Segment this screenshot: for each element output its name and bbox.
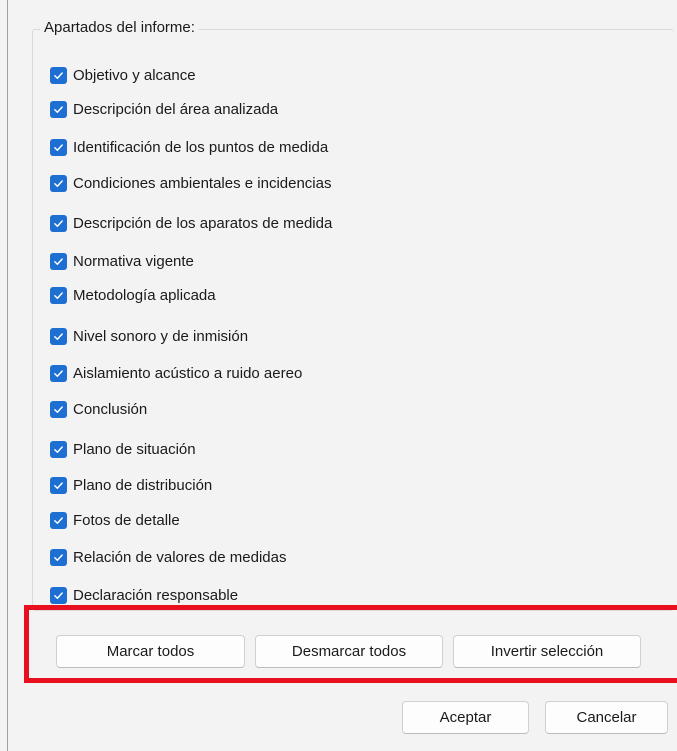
checkbox-label: Objetivo y alcance (73, 66, 196, 84)
mark-all-button[interactable]: Marcar todos (56, 635, 245, 668)
checkbox-item[interactable]: Descripción del área analizada (50, 98, 278, 120)
checkbox-label: Condiciones ambientales e incidencias (73, 174, 332, 192)
checkbox-checked-icon[interactable] (50, 138, 67, 156)
accept-button[interactable]: Aceptar (402, 701, 529, 734)
checkbox-item[interactable]: Aislamiento acústico a ruido aereo (50, 362, 302, 384)
checkbox-item[interactable]: Relación de valores de medidas (50, 546, 286, 568)
checkbox-checked-icon[interactable] (50, 214, 67, 232)
checkbox-checked-icon[interactable] (50, 252, 67, 270)
checkbox-checked-icon[interactable] (50, 476, 67, 494)
checkbox-item[interactable]: Objetivo y alcance (50, 64, 196, 86)
checkbox-label: Descripción del área analizada (73, 100, 279, 118)
checkbox-item[interactable]: Plano de situación (50, 438, 196, 460)
checkbox-label: Normativa vigente (73, 252, 194, 270)
checkbox-item[interactable]: Descripción de los aparatos de medida (50, 212, 332, 234)
checkbox-item[interactable]: Conclusión (50, 398, 147, 420)
checkbox-checked-icon[interactable] (50, 548, 67, 566)
checkbox-item[interactable]: Plano de distribución (50, 474, 212, 496)
checkbox-label: Conclusión (73, 400, 148, 418)
checkbox-checked-icon[interactable] (50, 440, 67, 458)
checkbox-checked-icon[interactable] (50, 174, 67, 192)
checkbox-label: Identificación de los puntos de medida (73, 138, 329, 156)
window-left-border (7, 0, 8, 751)
checkbox-label: Plano de situación (73, 440, 196, 458)
checkbox-label: Plano de distribución (73, 476, 213, 494)
checkbox-label: Relación de valores de medidas (73, 548, 287, 566)
checkbox-item[interactable]: Metodología aplicada (50, 284, 216, 306)
unmark-all-button[interactable]: Desmarcar todos (255, 635, 443, 668)
checkbox-label: Metodología aplicada (73, 286, 216, 304)
checkbox-checked-icon[interactable] (50, 586, 67, 604)
checkbox-checked-icon[interactable] (50, 511, 67, 529)
checkbox-label: Declaración responsable (73, 586, 239, 604)
checkbox-item[interactable]: Declaración responsable (50, 584, 238, 606)
checkbox-item[interactable]: Normativa vigente (50, 250, 194, 272)
report-sections-title: Apartados del informe: (40, 19, 199, 36)
checkbox-checked-icon[interactable] (50, 400, 67, 418)
invert-selection-button[interactable]: Invertir selección (453, 635, 641, 668)
checkbox-item[interactable]: Nivel sonoro y de inmisión (50, 325, 248, 347)
checkbox-label: Fotos de detalle (73, 511, 180, 529)
checkbox-item[interactable]: Condiciones ambientales e incidencias (50, 172, 332, 194)
checkbox-checked-icon[interactable] (50, 364, 67, 382)
checkbox-label: Descripción de los aparatos de medida (73, 214, 333, 232)
checkbox-checked-icon[interactable] (50, 100, 67, 118)
checkbox-label: Aislamiento acústico a ruido aereo (73, 364, 303, 382)
cancel-button[interactable]: Cancelar (545, 701, 668, 734)
checkbox-label: Nivel sonoro y de inmisión (73, 327, 249, 345)
checkbox-item[interactable]: Identificación de los puntos de medida (50, 136, 328, 158)
checkbox-item[interactable]: Fotos de detalle (50, 509, 180, 531)
checkbox-checked-icon[interactable] (50, 327, 67, 345)
checkbox-checked-icon[interactable] (50, 286, 67, 304)
checkbox-checked-icon[interactable] (50, 66, 67, 84)
